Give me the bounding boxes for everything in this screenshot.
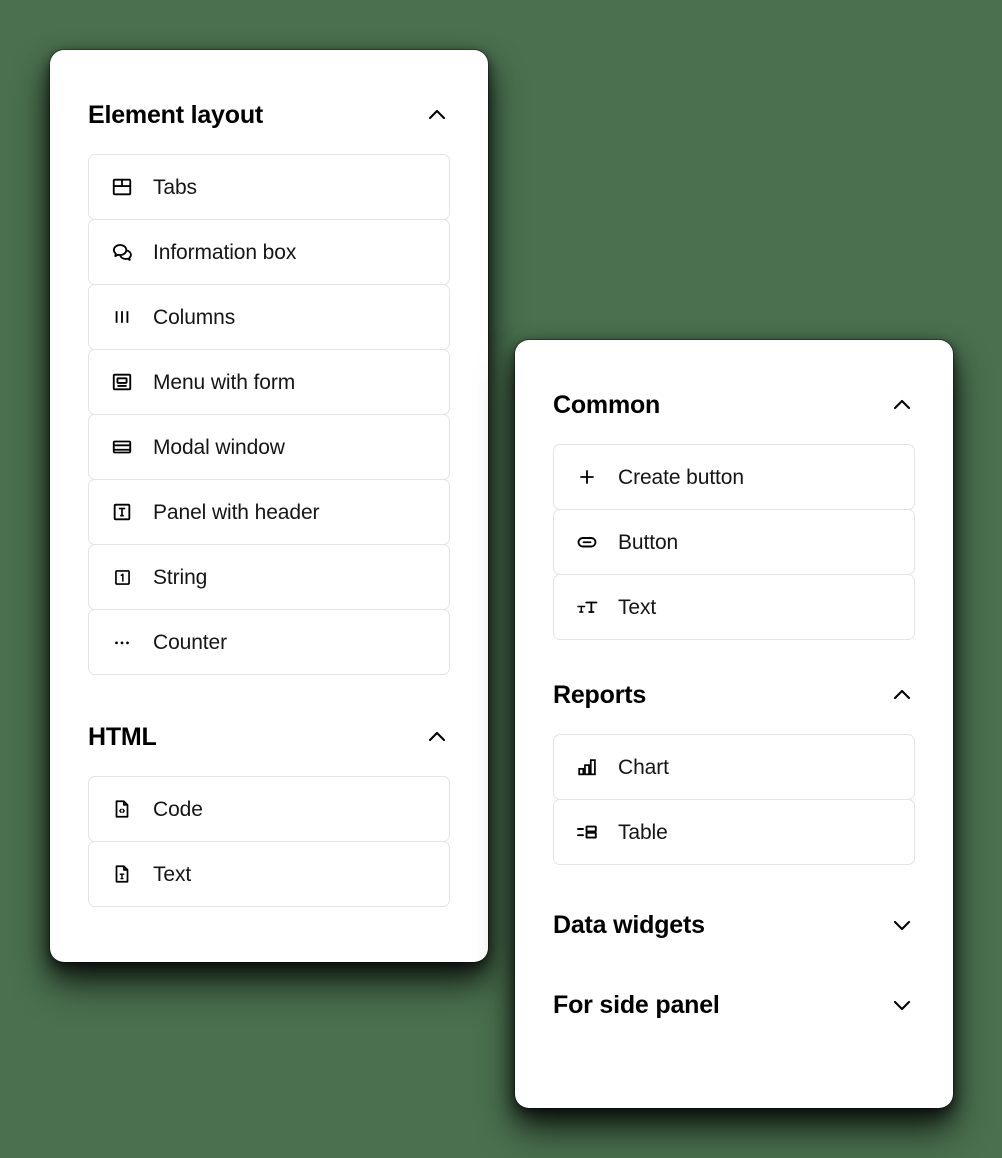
chevron-up-icon[interactable] — [889, 392, 915, 418]
list-item-label: Counter — [153, 630, 228, 654]
list-item-columns[interactable]: Columns — [88, 284, 450, 350]
html-item-list: Code Text — [88, 776, 450, 907]
list-item-label: Information box — [153, 240, 297, 264]
section-header-element-layout[interactable]: Element layout — [88, 96, 450, 134]
list-item-code[interactable]: Code — [88, 776, 450, 842]
list-item-modal-window[interactable]: Modal window — [88, 414, 450, 480]
list-item-tabs[interactable]: Tabs — [88, 154, 450, 220]
section-title-element-layout: Element layout — [88, 100, 264, 129]
list-item-label: Create button — [618, 465, 744, 489]
plus-icon — [570, 466, 604, 488]
chevron-up-icon[interactable] — [424, 102, 450, 128]
list-item-label: Button — [618, 530, 679, 554]
list-item-string[interactable]: String — [88, 544, 450, 610]
list-item-label: Tabs — [153, 175, 197, 199]
list-item-chart[interactable]: Chart — [553, 734, 915, 800]
list-item-menu-with-form[interactable]: Menu with form — [88, 349, 450, 415]
menu-with-form-icon — [105, 371, 139, 393]
chevron-down-icon[interactable] — [889, 992, 915, 1018]
table-icon — [570, 820, 604, 844]
tabs-icon — [105, 176, 139, 198]
section-header-common[interactable]: Common — [553, 386, 915, 424]
list-item-label: String — [153, 565, 208, 589]
chevron-up-icon[interactable] — [424, 724, 450, 750]
section-title-common: Common — [553, 390, 661, 419]
list-item-counter[interactable]: Counter — [88, 609, 450, 675]
list-item-panel-with-header[interactable]: Panel with header — [88, 479, 450, 545]
list-item-button[interactable]: Button — [553, 509, 915, 575]
list-item-label: Modal window — [153, 435, 285, 459]
section-header-for-side-panel[interactable]: For side panel — [553, 986, 915, 1024]
list-item-table[interactable]: Table — [553, 799, 915, 865]
chevron-up-icon[interactable] — [889, 682, 915, 708]
chart-bars-icon — [570, 756, 604, 778]
list-item-label: Text — [618, 595, 657, 619]
list-item-label: Menu with form — [153, 370, 296, 394]
element-layout-panel: Element layout Tabs Information box Colu… — [50, 50, 488, 962]
string-icon — [105, 567, 139, 588]
list-item-label: Chart — [618, 755, 669, 779]
list-item-text-html[interactable]: Text — [88, 841, 450, 907]
section-title-html: HTML — [88, 722, 157, 751]
list-item-create-button[interactable]: Create button — [553, 444, 915, 510]
chevron-down-icon[interactable] — [889, 912, 915, 938]
counter-icon — [105, 631, 139, 653]
list-item-text[interactable]: Text — [553, 574, 915, 640]
panel-with-header-icon — [105, 501, 139, 523]
section-header-reports[interactable]: Reports — [553, 676, 915, 714]
modal-window-icon — [105, 436, 139, 458]
list-item-label: Table — [618, 820, 668, 844]
element-layout-item-list: Tabs Information box Columns Menu with f… — [88, 154, 450, 675]
section-title-for-side-panel: For side panel — [553, 990, 720, 1019]
list-item-label: Code — [153, 797, 203, 821]
list-item-label: Columns — [153, 305, 236, 329]
widgets-panel: Common Create button Button Text Reports… — [515, 340, 953, 1108]
section-header-html[interactable]: HTML — [88, 718, 450, 756]
list-item-information-box[interactable]: Information box — [88, 219, 450, 285]
section-title-reports: Reports — [553, 680, 647, 709]
information-box-icon — [105, 241, 139, 264]
section-title-data-widgets: Data widgets — [553, 910, 705, 939]
common-item-list: Create button Button Text — [553, 444, 915, 640]
button-pill-icon — [570, 530, 604, 554]
section-header-data-widgets[interactable]: Data widgets — [553, 906, 915, 944]
list-item-label: Panel with header — [153, 500, 320, 524]
text-size-icon — [570, 595, 604, 619]
text-file-icon — [105, 863, 139, 885]
reports-item-list: Chart Table — [553, 734, 915, 865]
columns-icon — [105, 307, 139, 327]
code-file-icon — [105, 798, 139, 820]
list-item-label: Text — [153, 862, 192, 886]
